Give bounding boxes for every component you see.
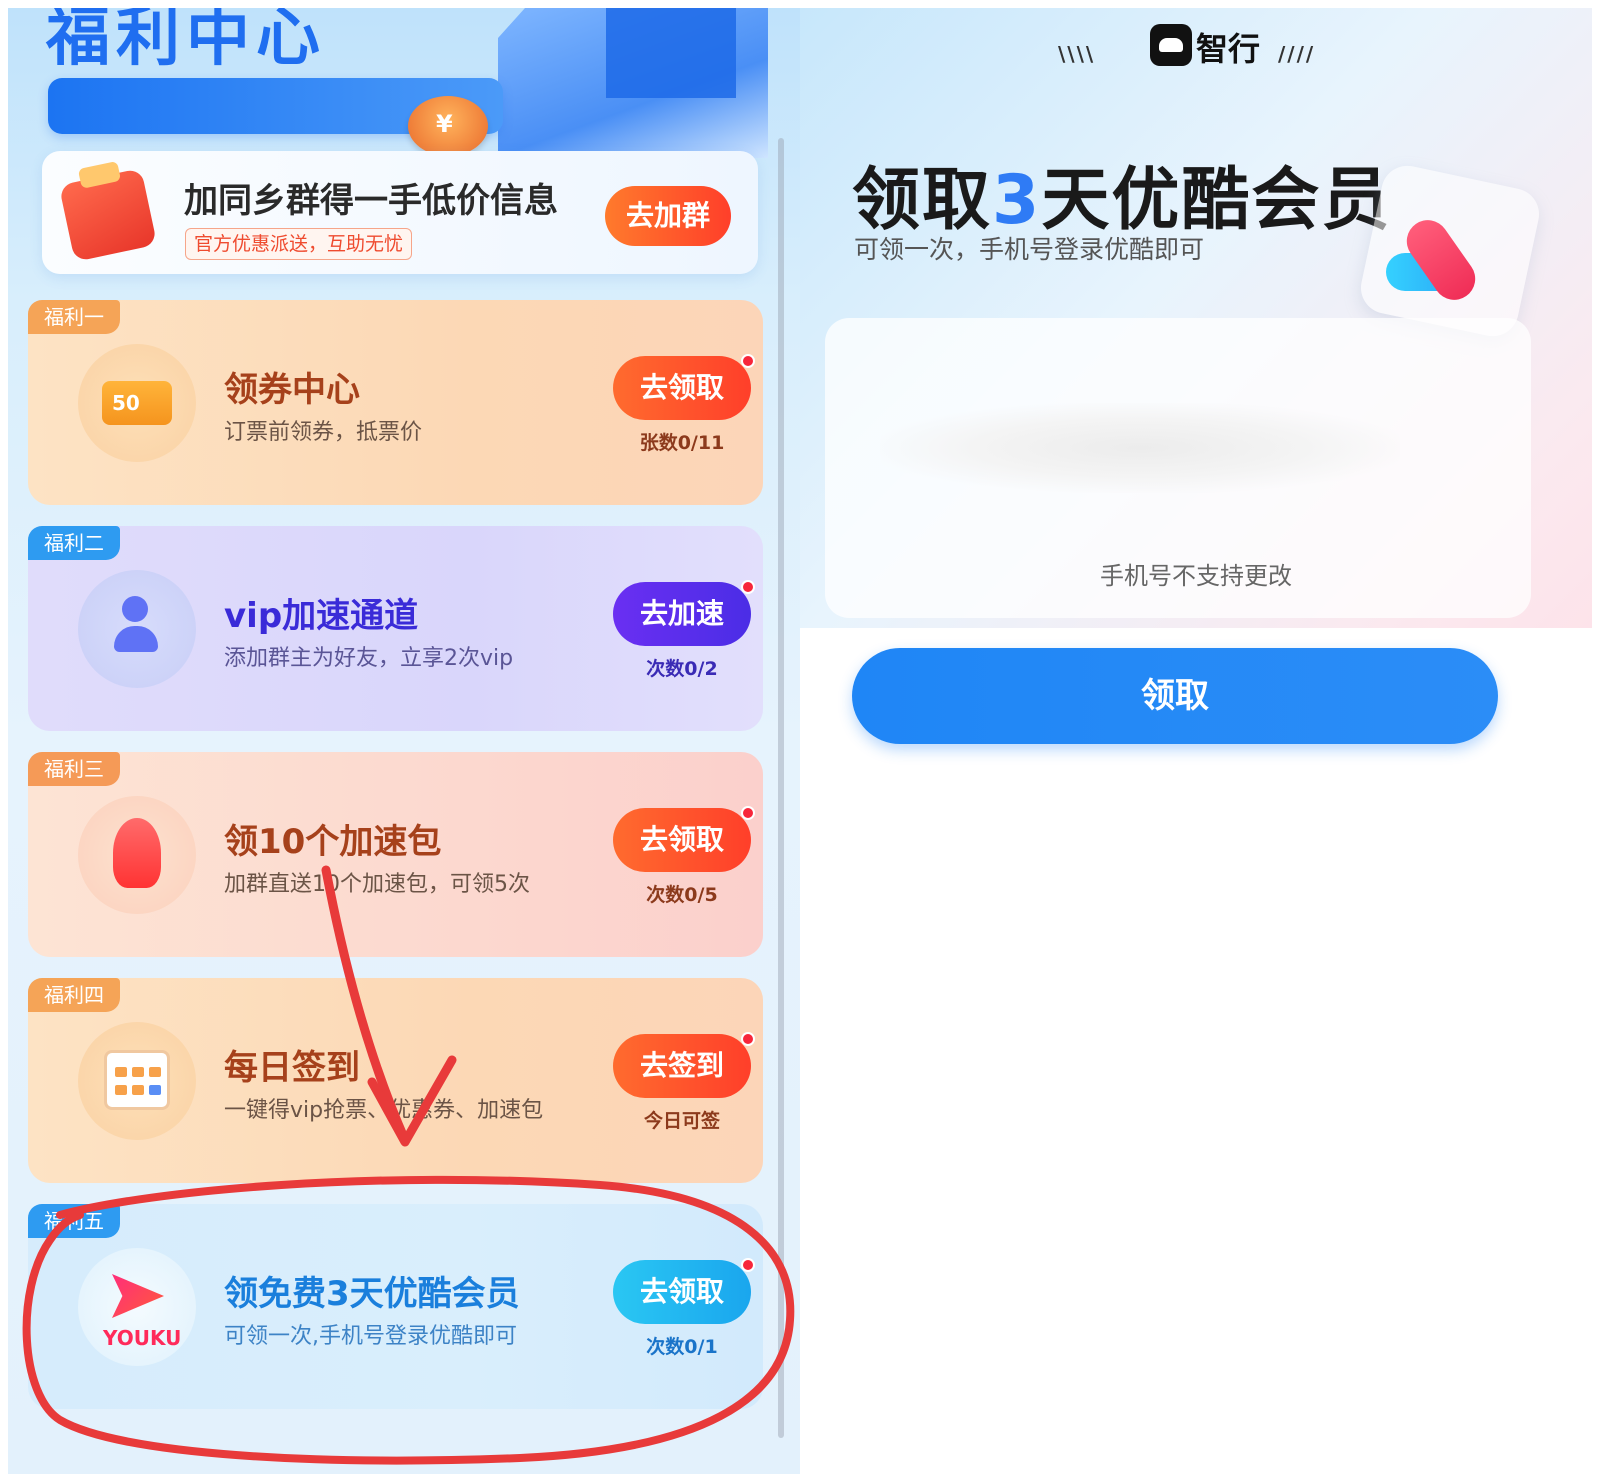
zhixing-train-icon: [1150, 24, 1192, 66]
card-count: 次数0/2: [646, 658, 718, 680]
welfare-tag: 福利一: [28, 300, 120, 334]
notification-dot: [741, 580, 755, 594]
button-label: 去领取: [639, 1275, 724, 1308]
join-group-button[interactable]: 去加群: [605, 186, 731, 246]
claim-title: 领取3天优酷会员: [852, 144, 1391, 243]
phone-number-field: [880, 403, 1400, 493]
button-label: 去领取: [639, 371, 724, 404]
screenshot-composite: 福利中心 ¥ 加同乡群得一手低价信息 官方优惠派送，互助无忧 去加群 福利一 5…: [0, 0, 1600, 1481]
card-title: 领券中心: [224, 370, 360, 410]
card-desc: 添加群主为好友，立享2次vip: [224, 646, 514, 671]
card-title: vip加速通道: [224, 596, 419, 636]
coupon-icon-circle: 50: [78, 344, 196, 462]
welfare-card-youku: 福利五 YOUKU 领免费3天优酷会员 可领一次,手机号登录优酷即可 去领取 次…: [28, 1204, 763, 1409]
join-group-title: 加同乡群得一手低价信息: [184, 181, 558, 221]
welfare-center-panel: 福利中心 ¥ 加同乡群得一手低价信息 官方优惠派送，互助无忧 去加群 福利一 5…: [8, 8, 800, 1474]
card-desc: 可领一次,手机号登录优酷即可: [224, 1324, 517, 1349]
youku-logo-icon: [112, 1274, 164, 1318]
brand-left-marks: \\\\: [1058, 42, 1096, 66]
card-desc: 订票前领券，抵票价: [224, 420, 423, 445]
welfare-tag: 福利二: [28, 526, 120, 560]
person-icon-head: [122, 596, 148, 622]
vip-speedup-button[interactable]: 去加速: [613, 580, 755, 646]
card-title: 领免费3天优酷会员: [224, 1274, 520, 1314]
welfare-card-coupon: 福利一 50 领券中心 订票前领券，抵票价 去领取 张数0/11: [28, 300, 763, 505]
rocket-icon: [113, 818, 161, 888]
card-count: 今日可签: [643, 1110, 720, 1132]
header-decoration-block: [606, 8, 736, 98]
youku-logo-text: YOUKU: [103, 1326, 182, 1350]
youku-icon-circle: YOUKU: [78, 1248, 196, 1366]
title-prefix: 领取: [852, 161, 993, 240]
youku-claim-panel: \\\\ 智行 //// 领取3天优酷会员 可领一次，手机号登录优酷即可 手机号…: [800, 8, 1592, 1474]
brand-name: 智行: [1196, 30, 1261, 68]
claim-subtitle: 可领一次，手机号登录优酷即可: [854, 235, 1205, 264]
claim-button[interactable]: 领取: [852, 648, 1498, 744]
page-title: 福利中心: [46, 8, 326, 75]
welfare-tag: 福利五: [28, 1204, 120, 1238]
notification-dot: [741, 1258, 755, 1272]
button-label: 去领取: [639, 823, 724, 856]
title-highlight: 3: [992, 161, 1042, 240]
coin-icon: ¥: [408, 96, 488, 156]
claim-coupon-button[interactable]: 去领取: [613, 354, 755, 420]
card-count: 次数0/5: [646, 884, 718, 906]
card-desc: 一键得vip抢票、优惠券、加速包: [224, 1098, 544, 1123]
notification-dot: [741, 354, 755, 368]
card-title: 每日签到: [224, 1048, 360, 1088]
calendar-icon: [104, 1050, 170, 1110]
person-icon-body: [114, 626, 158, 652]
notification-dot: [741, 806, 755, 820]
card-title: 领10个加速包: [224, 822, 442, 862]
join-group-tag: 官方优惠派送，互助无忧: [185, 228, 413, 260]
phone-note: 手机号不支持更改: [1100, 562, 1292, 590]
calendar-icon-circle: [78, 1022, 196, 1140]
vip-icon-circle: [78, 570, 196, 688]
claim-youku-button[interactable]: 去领取: [613, 1258, 755, 1324]
welfare-card-boost-pack: 福利三 领10个加速包 加群直送10个加速包，可领5次 去领取 次数0/5: [28, 752, 763, 957]
welfare-card-vip: 福利二 vip加速通道 添加群主为好友，立享2次vip 去加速 次数0/2: [28, 526, 763, 731]
coupon-ticket-icon: 50: [102, 381, 172, 425]
claim-boost-pack-button[interactable]: 去领取: [613, 806, 755, 872]
notification-dot: [741, 1032, 755, 1046]
button-label: 去加速: [639, 597, 724, 630]
coin-symbol: ¥: [436, 110, 453, 138]
card-count: 张数0/11: [639, 432, 725, 454]
welfare-tag: 福利四: [28, 978, 120, 1012]
welfare-tag: 福利三: [28, 752, 120, 786]
scrollbar[interactable]: [778, 138, 784, 1438]
brand-header: \\\\ 智行 ////: [1058, 20, 1358, 70]
button-label: 去签到: [639, 1049, 724, 1082]
rocket-icon-circle: [78, 796, 196, 914]
welfare-card-daily-checkin: 福利四 每日签到 一键得vip抢票、优惠券、加速包 去签到 今日可签: [28, 978, 763, 1183]
brand-right-marks: ////: [1278, 42, 1316, 66]
card-desc: 加群直送10个加速包，可领5次: [224, 872, 530, 897]
daily-checkin-button[interactable]: 去签到: [613, 1032, 755, 1098]
title-suffix: 天优酷会员: [1041, 161, 1392, 240]
card-count: 次数0/1: [646, 1336, 718, 1358]
